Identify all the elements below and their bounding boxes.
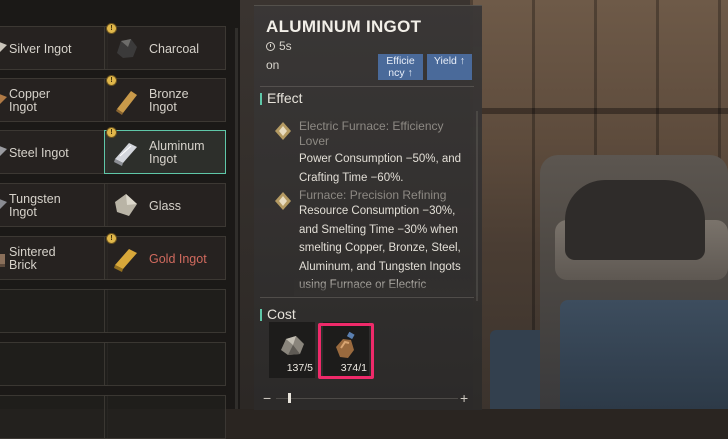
charcoal-icon [117,39,137,58]
recipe-slot-empty [0,342,108,386]
tungsten-ingot-icon [0,199,7,209]
silver-ingot-icon [0,42,7,52]
cost-heading: Cost [267,306,296,322]
recipe-steel-ingot[interactable]: Steel Ingot [0,130,108,174]
recipe-slot-empty [104,395,226,439]
recipe-label: Charcoal [149,41,200,56]
recipe-label: Gold Ingot [149,251,207,266]
section-marker [260,93,262,105]
recipe-label: Copper Ingot [9,87,50,114]
copper-ingot-icon [0,94,7,104]
recipe-slot-empty [104,342,226,386]
efficiency-perk-icon [275,122,291,140]
sintered-brick-icon [0,254,5,267]
glass-icon [115,194,137,216]
refining-perk-icon [275,192,291,210]
divider [260,86,474,87]
zoom-slider-handle[interactable] [288,393,291,403]
recipe-label: Aluminum Ingot [149,139,205,166]
recipe-slot-empty [104,289,226,333]
cost-count: 137/5 [286,362,313,374]
recipe-copper-ingot[interactable]: Copper Ingot [0,78,108,122]
bronze-ingot-icon [116,91,137,115]
ore-icon [281,336,304,355]
on-label: on [266,58,280,72]
recipe-slot-empty [0,395,108,439]
aluminum-ingot-icon [114,143,137,166]
steel-ingot-icon [0,146,7,156]
section-marker [260,309,262,321]
recipe-label: Sintered Brick [9,245,56,272]
zoom-in-button[interactable]: + [460,390,468,406]
zoom-slider-track[interactable] [276,398,458,399]
recipe-label: Bronze Ingot [149,87,189,114]
recipe-scrollbar[interactable] [235,28,238,409]
effect-scrollbar[interactable] [476,111,478,301]
recipe-charcoal[interactable]: ! Charcoal [104,23,226,70]
recipe-sintered-brick[interactable]: Sintered Brick [0,236,108,280]
crafting-time: 5s [266,39,292,53]
recipe-slot-empty [0,289,108,333]
cost-item-ore[interactable]: 137/5 [269,322,315,378]
yield-tag: Yield ↑ [427,54,472,80]
effect-title-2: Furnace: Precision Refining [299,188,447,202]
zoom-out-button[interactable]: − [263,390,271,406]
divider [260,297,474,298]
recipe-bronze-ingot[interactable]: ! Bronze Ingot [104,75,226,122]
efficiency-tag: Efficie ncy ↑ [378,54,423,80]
recipe-label: Silver Ingot [9,41,72,56]
crafting-time-value: 5s [279,39,292,53]
recipe-aluminum-ingot[interactable]: ! Aluminum Ingot [104,127,226,174]
recipe-tungsten-ingot[interactable]: Tungsten Ingot [0,183,108,227]
recipe-glass[interactable]: Glass [104,183,226,227]
clock-icon [266,41,275,51]
recipe-label: Glass [149,198,181,213]
recipe-silver-ingot[interactable]: Silver Ingot [0,26,108,70]
effect-fade-overlay [294,276,479,296]
recipe-label: Steel Ingot [9,145,69,160]
effect-heading: Effect [267,90,303,106]
recipe-gold-ingot[interactable]: ! Gold Ingot [104,233,226,280]
cost-highlight-frame [318,323,374,379]
effect-title-1: Electric Furnace: Efficiency Lover [299,119,444,148]
effect-text-1: Power Consumption −50%, and Crafting Tim… [299,153,462,184]
recipe-title: ALUMINUM INGOT [266,17,422,36]
gold-ingot-icon [114,249,137,272]
recipe-label: Tungsten Ingot [9,192,61,219]
